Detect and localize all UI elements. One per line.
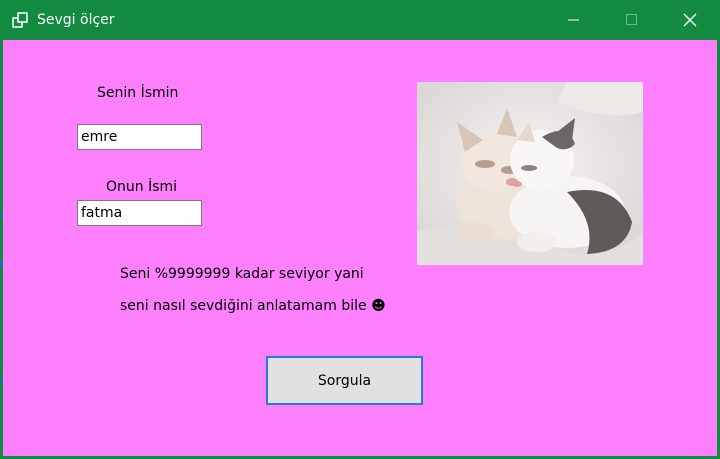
their-name-input[interactable] — [77, 200, 202, 226]
query-button[interactable]: Sorgula — [266, 356, 423, 405]
result-text-line1: Seni %9999999 kadar seviyor yani — [120, 266, 364, 282]
left-edge-mark — [0, 262, 2, 268]
minimize-icon — [568, 19, 579, 21]
close-button[interactable] — [667, 0, 713, 40]
app-icon — [12, 12, 28, 28]
maximize-button[interactable] — [609, 0, 655, 40]
left-edge-mark — [0, 378, 2, 382]
result-text-line2: seni nasıl sevdiğini anlatamam bile ☻ — [120, 298, 386, 314]
minimize-button[interactable] — [551, 0, 597, 40]
two-kittens-cuddling-photo — [417, 82, 643, 265]
maximize-icon — [626, 14, 637, 25]
kittens-picture — [417, 82, 643, 265]
their-name-label: Onun İsmi — [106, 179, 178, 195]
form-client-area: Senin İsmin Onun İsmi Seni %9999999 kada… — [3, 40, 717, 456]
window-title: Sevgi ölçer — [37, 12, 115, 28]
your-name-input[interactable] — [77, 124, 202, 150]
close-icon — [683, 13, 697, 27]
app-window: Sevgi ölçer Senin İsmin Onun İsmi Seni %… — [0, 0, 720, 459]
title-bar[interactable]: Sevgi ölçer — [0, 0, 720, 40]
your-name-label: Senin İsmin — [97, 85, 179, 101]
left-edge-mark — [0, 212, 2, 216]
